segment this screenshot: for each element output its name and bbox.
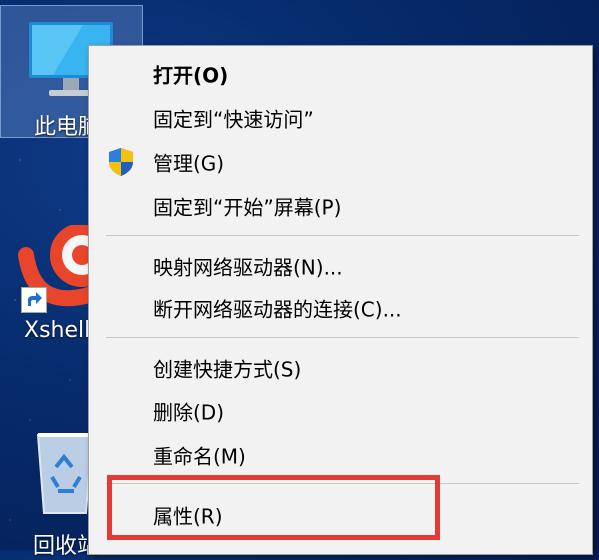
menu-item-label: 打开(O) [153,63,229,88]
menu-item-delete[interactable]: 删除(D) [89,391,592,431]
desktop: 此电脑 Xshell 回收站 打开(O) 固定到“快速访问” 管理(G) 固定到… [0,0,599,559]
menu-item-disconnect-network-drive[interactable]: 断开网络驱动器的连接(C)... [89,288,592,328]
menu-item-open[interactable]: 打开(O) [89,54,592,94]
menu-separator [106,235,579,236]
menu-item-label: 重命名(M) [153,444,246,469]
menu-item-label: 固定到“开始”屏幕(P) [153,195,342,220]
shortcut-arrow-icon [21,287,47,313]
menu-item-map-network-drive[interactable]: 映射网络驱动器(N)... [89,246,592,286]
menu-item-pin-start[interactable]: 固定到“开始”屏幕(P) [89,186,592,226]
menu-item-manage[interactable]: 管理(G) [89,142,592,182]
menu-item-label: 创建快捷方式(S) [153,357,302,382]
desktop-icon-label: Xshell [24,318,91,343]
highlight-annotation-box [107,475,440,540]
menu-item-create-shortcut[interactable]: 创建快捷方式(S) [89,348,592,388]
menu-item-pin-quick-access[interactable]: 固定到“快速访问” [89,98,592,138]
menu-item-rename[interactable]: 重命名(M) [89,435,592,475]
menu-item-label: 固定到“快速访问” [153,107,314,132]
menu-item-label: 管理(G) [153,151,225,176]
menu-separator [106,337,579,338]
menu-item-label: 映射网络驱动器(N)... [153,255,343,280]
menu-item-label: 断开网络驱动器的连接(C)... [153,297,402,322]
menu-item-label: 删除(D) [153,400,225,425]
uac-shield-icon [109,148,133,176]
